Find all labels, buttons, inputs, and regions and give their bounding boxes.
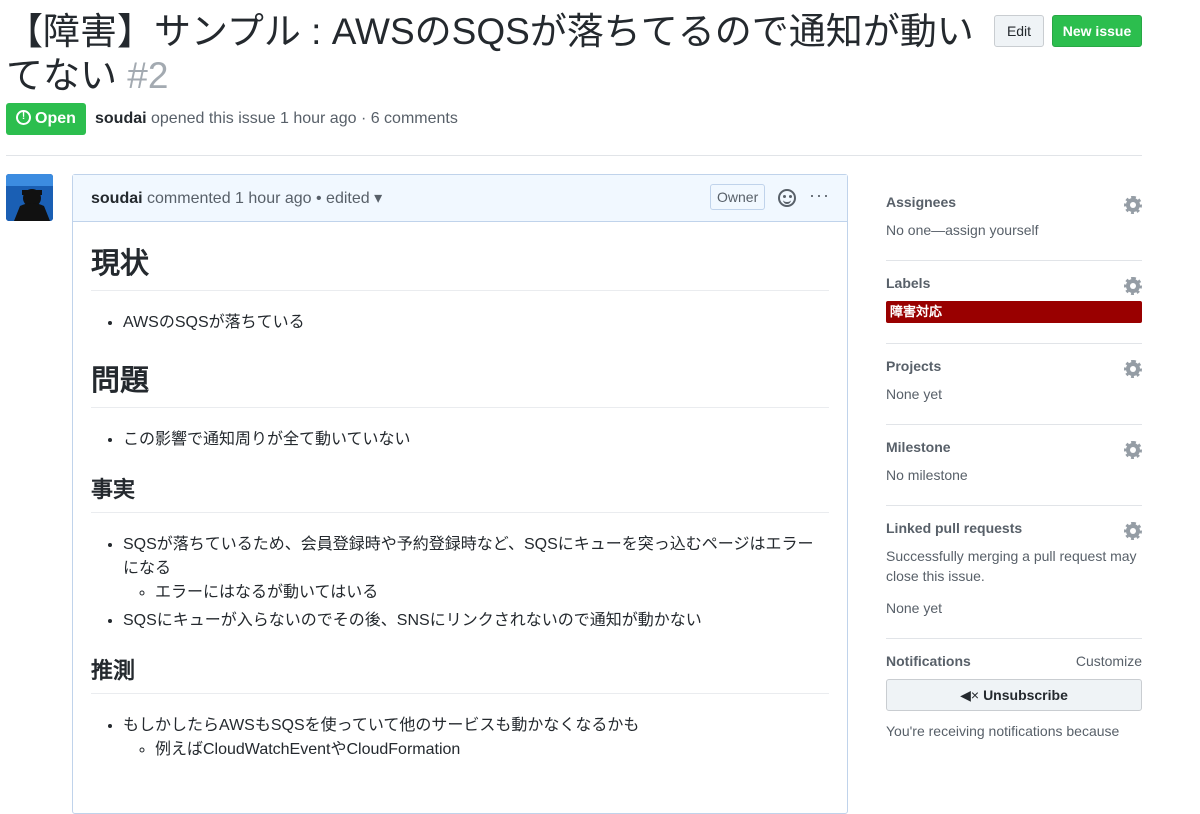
section-heading: 事実 (91, 456, 829, 513)
reaction-icon[interactable] (778, 189, 796, 207)
notification-reason: You're receiving notifications because (886, 723, 1120, 739)
sidebar-labels: Labels 障害対応 (886, 261, 1142, 344)
more-options-icon[interactable]: ··· (809, 185, 830, 206)
avatar-image (6, 174, 53, 221)
comment-author-link[interactable]: soudai (91, 190, 143, 207)
list-item-text: SQSが落ちているため、会員登録時や予約登録時など、SQSにキューを突っ込むペー… (123, 536, 814, 577)
sidebar-notifications: Notifications Customize ◀× Unsubscribe Yo… (886, 639, 1142, 761)
gear-icon[interactable] (1124, 441, 1142, 459)
edit-button[interactable]: Edit (994, 15, 1044, 47)
section-heading: 現状 (91, 222, 829, 291)
sidebar-assignees: Assignees No one—assign yourself (886, 180, 1142, 261)
list-item: エラーにはなるが動いてはいる (155, 581, 829, 605)
comment-body: 現状 AWSのSQSが落ちている 問題 この影響で通知周りが全て動いていない 事… (73, 222, 847, 762)
sidebar-linked-prs: Linked pull requests Successfully mergin… (886, 506, 1142, 639)
nested-list: 例えばCloudWatchEventやCloudFormation (123, 738, 829, 762)
sidebar: Assignees No one—assign yourself Labels … (886, 180, 1142, 761)
list-item: SQSが落ちているため、会員登録時や予約登録時など、SQSにキューを突っ込むペー… (123, 533, 829, 605)
issue-opened-text: opened this issue 1 hour ago · 6 comment… (146, 110, 458, 127)
sidebar-milestone: Milestone No milestone (886, 425, 1142, 506)
comment-box: soudai commented 1 hour ago • edited ▾ O… (72, 174, 848, 814)
bullet-list: AWSのSQSが落ちている (91, 311, 829, 335)
issue-meta: soudai opened this issue 1 hour ago · 6 … (95, 110, 458, 128)
bullet-list: もしかしたらAWSもSQSを使っていて他のサービスも動かなくなるかも 例えばCl… (91, 714, 829, 762)
sidebar-heading: Projects (886, 358, 942, 374)
avatar[interactable] (6, 174, 53, 221)
list-item: SQSにキューが入らないのでその後、SNSにリンクされないので通知が動かない (123, 609, 829, 633)
bullet-list: SQSが落ちているため、会員登録時や予約登録時など、SQSにキューを突っ込むペー… (91, 533, 829, 633)
list-item: もしかしたらAWSもSQSを使っていて他のサービスも動かなくなるかも 例えばCl… (123, 714, 829, 762)
assignees-value[interactable]: No one—assign yourself (886, 220, 1142, 240)
list-item-text: もしかしたらAWSもSQSを使っていて他のサービスも動かなくなるかも (123, 717, 640, 734)
header-divider (6, 155, 1142, 156)
gear-icon[interactable] (1124, 277, 1142, 295)
issue-author-link[interactable]: soudai (95, 110, 147, 127)
comment-meta: soudai commented 1 hour ago • edited ▾ (91, 188, 382, 208)
sidebar-heading: Assignees (886, 194, 957, 210)
issue-title: 【障害】サンプル : AWSのSQSが落ちてるので通知が動いてない #2 (6, 10, 996, 98)
gear-icon[interactable] (1124, 196, 1142, 214)
gear-icon[interactable] (1124, 522, 1142, 540)
new-issue-button[interactable]: New issue (1052, 15, 1142, 47)
projects-value: None yet (886, 386, 943, 402)
nested-list: エラーにはなるが動いてはいる (123, 581, 829, 605)
owner-badge: Owner (710, 184, 766, 210)
milestone-value: No milestone (886, 467, 968, 483)
section-heading: 推測 (91, 637, 829, 694)
sidebar-heading: Labels (886, 275, 931, 291)
mute-icon: ◀× (960, 687, 980, 703)
linked-prs-value: None yet (886, 600, 943, 616)
linked-prs-description: Successfully merging a pull request may … (886, 548, 1137, 584)
comment-meta-text[interactable]: commented 1 hour ago • edited ▾ (143, 190, 382, 207)
unsubscribe-label: Unsubscribe (983, 687, 1068, 703)
sidebar-projects: Projects None yet (886, 344, 1142, 425)
customize-link[interactable]: Customize (1076, 653, 1142, 669)
sidebar-heading: Linked pull requests (886, 520, 1023, 536)
issue-number: #2 (127, 55, 169, 96)
gear-icon[interactable] (1124, 360, 1142, 378)
comment-header: soudai commented 1 hour ago • edited ▾ O… (73, 175, 847, 222)
unsubscribe-button[interactable]: ◀× Unsubscribe (886, 679, 1142, 711)
status-label: Open (35, 110, 76, 127)
status-badge: Open (6, 103, 86, 135)
label-badge[interactable]: 障害対応 (886, 301, 1142, 323)
issue-opened-icon (16, 103, 31, 131)
section-heading: 問題 (91, 339, 829, 408)
list-item: 例えばCloudWatchEventやCloudFormation (155, 738, 829, 762)
bullet-list: この影響で通知周りが全て動いていない (91, 428, 829, 452)
list-item: AWSのSQSが落ちている (123, 311, 829, 335)
sidebar-heading: Milestone (886, 439, 951, 455)
list-item: この影響で通知周りが全て動いていない (123, 428, 829, 452)
